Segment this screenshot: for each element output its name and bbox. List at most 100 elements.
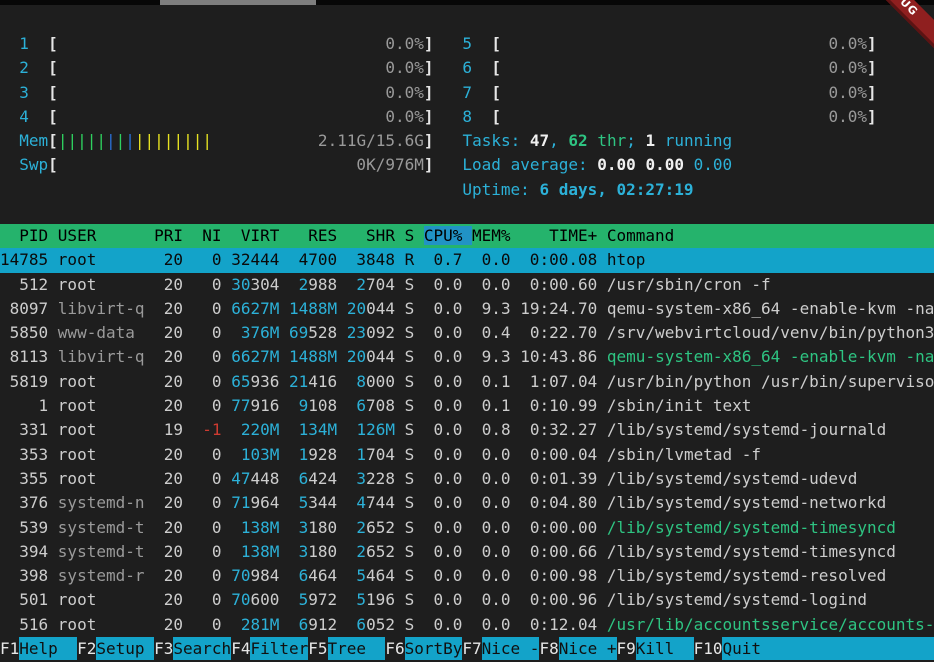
fn-button-label: Quit xyxy=(722,637,934,660)
process-row[interactable]: 331 root 19 -1 220M 134M 126M S 0.0 0.8 … xyxy=(0,418,934,442)
fn-key-label: F6 xyxy=(385,637,404,660)
text-segment: 652 xyxy=(366,542,405,561)
text-segment xyxy=(337,299,347,318)
process-row[interactable]: 353 root 20 0 103M 1928 1704 S 0.0 0.0 0… xyxy=(0,443,934,467)
fn-search-button[interactable]: F3Search xyxy=(154,637,231,660)
text-segment: systemd-r xyxy=(58,566,154,585)
text-segment: 394 xyxy=(0,542,58,561)
text-segment: /lib/systemd/systemd-resolved xyxy=(607,566,886,585)
fn-button-label: Setup xyxy=(96,637,154,660)
process-row[interactable]: 355 root 20 0 47448 6424 3228 S 0.0 0.0 … xyxy=(0,467,934,491)
process-row[interactable]: 14785 root 20 0 32444 4700 3848 R 0.7 0.… xyxy=(0,248,934,272)
cpu-meter-row-2-6: 2 [ 0.0%] 6 [ 0.0%] xyxy=(0,56,934,80)
text-segment: 6 xyxy=(289,469,308,488)
process-row[interactable]: 1 root 20 0 77916 9108 6708 S 0.0 0.1 0:… xyxy=(0,394,934,418)
text-segment: /lib/systemd/systemd-udevd xyxy=(607,469,857,488)
table-header[interactable]: PID USER PRI NI VIRT RES SHR S CPU% MEM%… xyxy=(0,224,934,248)
text-segment: 2 xyxy=(19,58,29,77)
process-row[interactable]: 5850 www-data 20 0 376M 69528 23092 S 0.… xyxy=(0,321,934,345)
text-segment: 0K/976M xyxy=(58,155,424,174)
text-segment: root xyxy=(58,590,154,609)
text-segment: 69 xyxy=(289,323,308,342)
text-segment: 6627M xyxy=(231,299,279,318)
fn-kill-button[interactable]: F9Kill xyxy=(617,637,694,660)
text-segment: 936 xyxy=(250,372,289,391)
text-segment xyxy=(434,34,463,53)
text-segment: 376 xyxy=(0,493,58,512)
text-segment: 5 xyxy=(347,566,366,585)
text-segment: 77 xyxy=(231,396,250,415)
process-row[interactable]: 501 root 20 0 70600 5972 5196 S 0.0 0.0 … xyxy=(0,588,934,612)
fn-tree-button[interactable]: F5Tree xyxy=(308,637,385,660)
text-segment: 8 xyxy=(462,107,472,126)
text-segment: 21 xyxy=(289,372,308,391)
text-segment: 539 xyxy=(0,518,58,537)
fn-nice-plus-button[interactable]: F8Nice + xyxy=(539,637,616,660)
text-segment: 0.0% xyxy=(501,107,867,126)
text-segment: 0.00 xyxy=(597,155,645,174)
text-segment: 65 xyxy=(231,372,250,391)
text-segment: 14785 root 20 0 32444 4700 3848 R 0.7 0.… xyxy=(0,250,645,269)
text-segment xyxy=(434,83,463,102)
fn-sortby-button[interactable]: F6SortBy xyxy=(385,637,462,660)
text-segment: 044 xyxy=(366,347,405,366)
text-segment: 2.11G/15.6G xyxy=(212,131,424,150)
text-segment: 23 xyxy=(347,323,366,342)
text-segment xyxy=(472,58,491,77)
text-segment: S 0.0 0.0 0:12.04 xyxy=(405,615,607,634)
text-segment: 4 xyxy=(19,107,29,126)
text-segment: 47 xyxy=(530,131,549,150)
text-segment: Mem xyxy=(19,131,48,150)
process-row[interactable]: 5819 root 20 0 65936 21416 8000 S 0.0 0.… xyxy=(0,370,934,394)
text-segment: | xyxy=(116,131,126,150)
text-segment: /lib/systemd/systemd-logind xyxy=(607,590,867,609)
text-segment: S 0.0 0.0 0:00.96 xyxy=(405,590,607,609)
text-segment: /usr/sbin/cron -f xyxy=(607,275,771,294)
text-segment: 1 xyxy=(19,34,29,53)
scrollbar-thumb[interactable] xyxy=(160,0,316,5)
text-segment: 376M xyxy=(231,323,279,342)
process-row[interactable]: 512 root 20 0 30304 2988 2704 S 0.0 0.0 … xyxy=(0,273,934,297)
text-segment: qemu-system-x86_64 -enable-kvm -na xyxy=(607,299,934,318)
text-segment: 331 xyxy=(0,420,58,439)
fn-key-label: F1 xyxy=(0,637,19,660)
fn-help-button[interactable]: F1Help xyxy=(0,637,77,660)
text-segment xyxy=(0,58,19,77)
process-row[interactable]: 394 systemd-t 20 0 138M 3180 2652 S 0.0 … xyxy=(0,540,934,564)
fn-key-label: F7 xyxy=(462,637,481,660)
text-segment xyxy=(279,299,289,318)
process-row[interactable]: 539 systemd-t 20 0 138M 3180 2652 S 0.0 … xyxy=(0,516,934,540)
text-segment: ] xyxy=(867,83,877,102)
text-segment: 092 xyxy=(366,323,405,342)
fn-nice-minus-button[interactable]: F7Nice - xyxy=(462,637,539,660)
fn-key-label: F10 xyxy=(694,637,723,660)
process-row[interactable]: 376 systemd-n 20 0 71964 5344 4744 S 0.0… xyxy=(0,491,934,515)
fn-button-label: Help xyxy=(19,637,77,660)
text-segment: [ xyxy=(491,83,501,102)
text-segment: 0.0% xyxy=(58,83,424,102)
fn-quit-button[interactable]: F10Quit xyxy=(694,637,934,660)
text-segment: |||||||| xyxy=(135,131,212,150)
text-segment: 044 xyxy=(366,299,405,318)
text-segment: 424 xyxy=(308,469,347,488)
text-segment: 2 xyxy=(347,518,366,537)
text-segment: ||||| xyxy=(58,131,106,150)
text-segment: 964 xyxy=(250,493,289,512)
fn-button-label: SortBy xyxy=(405,637,463,660)
process-row[interactable]: 398 systemd-r 20 0 70984 6464 5464 S 0.0… xyxy=(0,564,934,588)
text-segment: Tasks: xyxy=(462,131,529,150)
process-row[interactable]: 516 root 20 0 281M 6912 6052 S 0.0 0.0 0… xyxy=(0,613,934,637)
fn-filter-button[interactable]: F4Filter xyxy=(231,637,308,660)
process-row[interactable]: 8097 libvirt-q 20 0 6627M 1488M 20044 S … xyxy=(0,297,934,321)
text-segment: S 0.0 0.4 0:22.70 xyxy=(405,323,607,342)
text-segment: 20 0 xyxy=(154,299,231,318)
text-segment xyxy=(472,83,491,102)
text-segment xyxy=(0,34,19,53)
process-row[interactable]: 8113 libvirt-q 20 0 6627M 1488M 20044 S … xyxy=(0,345,934,369)
fn-setup-button[interactable]: F2Setup xyxy=(77,637,154,660)
text-segment: Uptime: xyxy=(462,180,539,199)
text-segment: 5 xyxy=(289,493,308,512)
text-segment: 708 xyxy=(366,396,405,415)
text-segment: 138M xyxy=(231,542,279,561)
text-segment: 20 0 xyxy=(154,372,231,391)
